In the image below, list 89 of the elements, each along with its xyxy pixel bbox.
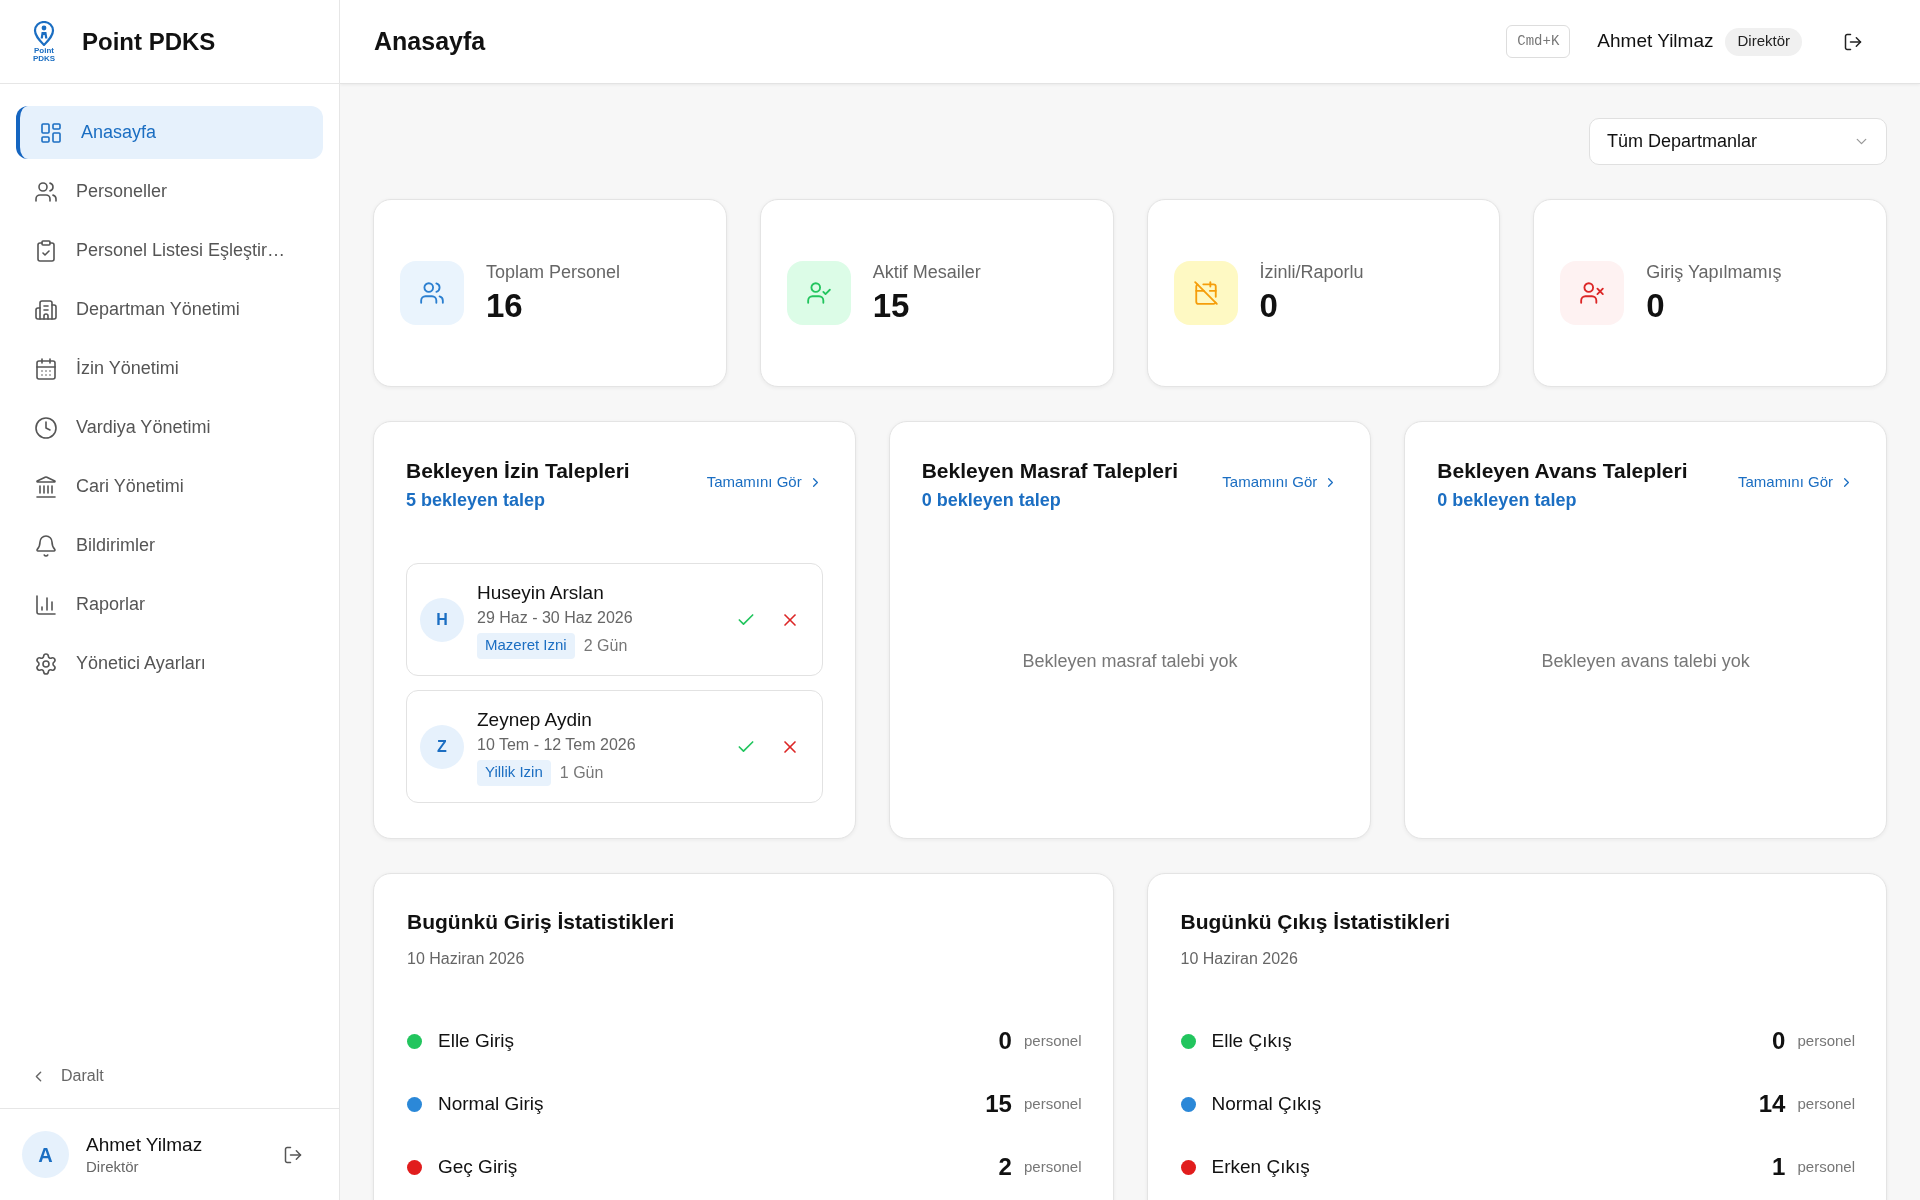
stat-row-unit: personel (1023, 1093, 1082, 1114)
request-dates: 29 Haz - 30 Haz 2026 (477, 607, 634, 628)
stat-row-count: 0 (998, 1026, 1012, 1056)
user-name: Ahmet Yilmaz (86, 1132, 204, 1157)
stat-value: 0 (1646, 286, 1666, 326)
leave-duration: 1 Gün (559, 762, 604, 783)
empty-message: Bekleyen masraf talebi yok (1022, 649, 1238, 673)
stat-row-count: 0 (1772, 1026, 1786, 1056)
users-icon (34, 179, 58, 204)
leave-duration: 2 Gün (583, 635, 628, 656)
requester-avatar: H (420, 597, 464, 642)
nav-item[interactable]: Personel Listesi Eşleştir… (16, 224, 323, 277)
see-all-link[interactable]: Tamamını Gör (706, 471, 823, 494)
card-title: Bekleyen Avans Talepleri (1437, 458, 1688, 484)
pending-count: 0 bekleyen talep (1437, 489, 1578, 512)
nav-item[interactable]: Bildirimler (16, 519, 323, 572)
calendar-off-icon (1173, 261, 1238, 325)
stats-date: 10 Haziran 2026 (407, 949, 526, 969)
nav-item[interactable]: Personeller (16, 165, 323, 218)
bank-icon (34, 474, 58, 499)
leave-type-tag: Mazeret Izni (477, 632, 575, 659)
card-title: Bugünkü Çıkış İstatistikleri (1180, 909, 1452, 935)
nav-item[interactable]: Cari Yönetimi (16, 460, 323, 513)
requester-avatar: Z (420, 724, 464, 769)
brand-name: Point PDKS (82, 26, 216, 57)
card-title: Bekleyen İzin Talepleri (406, 458, 630, 484)
bar-chart-icon (34, 592, 58, 617)
collapse-button[interactable]: Daralt (30, 1064, 104, 1088)
pending-count: 0 bekleyen talep (921, 489, 1062, 512)
nav-item[interactable]: Raporlar (16, 578, 323, 631)
clock-icon (34, 415, 58, 440)
stat-label: Giriş Yapılmamış (1646, 261, 1782, 284)
keyboard-shortcut: Cmd+K (1506, 25, 1571, 58)
logo-wordmark: Point PDKS (32, 46, 56, 63)
card-title: Bugünkü Giriş İstatistikleri (407, 909, 676, 935)
stat-row-label: Elle Giriş (438, 1028, 514, 1053)
stat-row-count: 1 (1772, 1152, 1786, 1182)
see-all-link[interactable]: Tamamını Gör (1737, 471, 1854, 494)
clipboard-check-icon (34, 238, 58, 263)
user-check-icon (786, 261, 851, 325)
stat-row-unit: personel (1797, 1093, 1855, 1114)
stat-row-label: Normal Giriş (438, 1091, 544, 1116)
logout-icon (283, 1144, 303, 1165)
stat-row-unit: personel (1797, 1030, 1855, 1051)
see-all-link[interactable]: Tamamını Gör (1222, 471, 1339, 494)
department-select[interactable]: Tüm Departmanlar (1589, 118, 1887, 165)
requester-name: Zeynep Aydin (477, 707, 593, 732)
stat-row-count: 15 (985, 1089, 1012, 1119)
nav-item[interactable]: Yönetici Ayarları (16, 637, 323, 690)
stat-row-label: Elle Çıkış (1211, 1028, 1292, 1053)
stat-label: Aktif Mesailer (872, 261, 981, 284)
role-badge: Direktör (1725, 27, 1802, 56)
header-user-name: Ahmet Yilmaz (1597, 29, 1714, 54)
stat-row-label: Erken Çıkış (1211, 1154, 1310, 1179)
nav-item[interactable]: Vardiya Yönetimi (16, 401, 323, 454)
stat-row-unit: personel (1797, 1156, 1855, 1177)
stat-value: 16 (486, 286, 524, 326)
nav-item[interactable]: Anasayfa (16, 106, 323, 159)
stat-row-label: Normal Çıkış (1211, 1091, 1322, 1116)
pin-logo-icon (33, 20, 55, 46)
requester-name: Huseyin Arslan (477, 580, 605, 605)
user-x-icon (1560, 261, 1625, 325)
stat-value: 15 (872, 286, 911, 326)
logout-icon (1843, 31, 1863, 52)
card-title: Bekleyen Masraf Talepleri (921, 458, 1179, 484)
stat-row-unit: personel (1023, 1030, 1082, 1051)
building-icon (34, 297, 58, 322)
leave-type-tag: Yillik Izin (477, 759, 551, 786)
pending-count: 5 bekleyen talep (406, 489, 547, 512)
user-avatar: A (22, 1131, 69, 1178)
stat-value: 0 (1259, 286, 1279, 326)
nav-item[interactable]: İzin Yönetimi (16, 342, 323, 395)
users-icon (400, 261, 464, 325)
stat-row-unit: personel (1023, 1156, 1082, 1177)
stat-label: İzinli/Raporlu (1259, 261, 1364, 284)
nav-item[interactable]: Departman Yönetimi (16, 283, 323, 336)
bell-icon (34, 533, 58, 558)
user-role: Direktör (86, 1156, 140, 1177)
request-dates: 10 Tem - 12 Tem 2026 (477, 734, 637, 755)
stat-row-count: 14 (1758, 1089, 1786, 1119)
settings-icon (34, 651, 58, 676)
stat-label: Toplam Personel (486, 261, 621, 284)
empty-message: Bekleyen avans talebi yok (1541, 649, 1750, 673)
stats-date: 10 Haziran 2026 (1180, 949, 1299, 969)
stat-row-label: Geç Giriş (438, 1154, 518, 1179)
calendar-icon (34, 356, 58, 381)
page-title: Anasayfa (374, 25, 486, 57)
dashboard-icon (39, 120, 63, 145)
stat-row-count: 2 (998, 1152, 1012, 1182)
